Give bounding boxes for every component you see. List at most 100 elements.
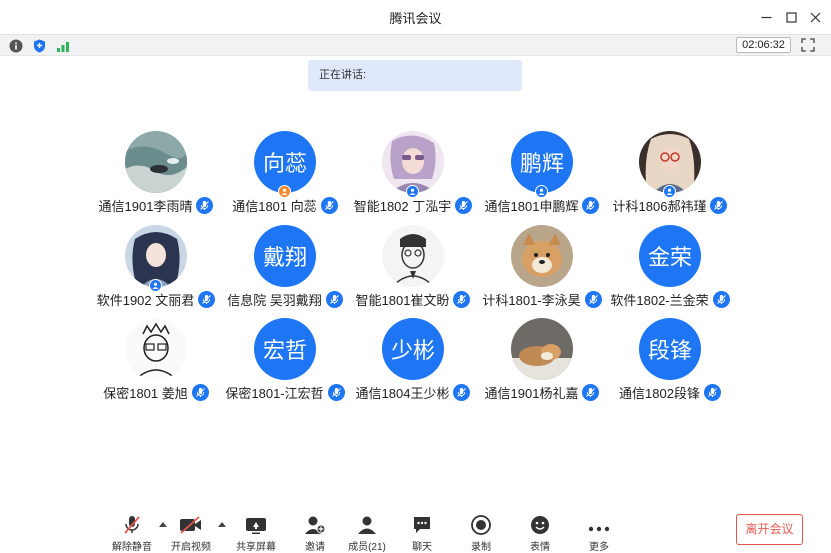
emoji-button[interactable]: 表情 [512,513,568,553]
close-button[interactable] [804,6,826,28]
members-label: 成员(21) [348,542,386,553]
title-bar: 腾讯会议 [0,0,831,34]
avatar: 金荣 [639,225,701,287]
leave-meeting-button[interactable]: 离开会议 [736,514,803,545]
participant-name: 通信1901杨礼嘉 [484,385,579,401]
members-icon [358,516,376,534]
minimize-button[interactable] [755,6,777,28]
participant-tile[interactable]: 智能1802 丁泓宇 [343,131,483,216]
mic-icon[interactable] [325,290,343,308]
participant-tile[interactable]: 保密1801 姜旭 [86,318,226,403]
participant-tile[interactable]: 计科1806郝祎瑾 [600,131,740,216]
shield-icon [34,39,45,52]
mic-icon[interactable] [198,290,216,308]
avatar: 鹏辉 [511,131,573,193]
unmute-label: 解除静音 [112,542,152,553]
participant-name: 保密1801 姜旭 [103,385,188,401]
avatar: 向蕊 [254,131,316,193]
avatar [382,131,444,193]
meeting-info-button[interactable] [8,38,23,53]
participant-name: 通信1801 向蕊 [232,198,317,214]
participant-tile[interactable]: 智能1801崔文盼 [343,225,483,310]
camera-off-icon [180,516,201,534]
meeting-toolbar: 解除静音 开启视频 共享屏幕 邀请 成员(21) 聊天 录制 表情 更多 离开会… [0,505,831,553]
avatar [125,131,187,193]
avatar: 段锋 [639,318,701,380]
avatar [511,225,573,287]
participant-name: 智能1801崔文盼 [355,292,450,308]
signal-icon [56,41,69,52]
minimize-icon [761,16,771,18]
emoji-label: 表情 [530,542,550,553]
share-screen-button[interactable]: 共享屏幕 [228,513,284,553]
info-icon [9,39,22,52]
fullscreen-icon [801,38,815,52]
security-button[interactable] [32,38,47,53]
participant-name: 通信1801申鹏辉 [484,198,579,214]
avatar: 少彬 [382,318,444,380]
members-button[interactable]: 成员(21) [339,513,395,553]
record-label: 录制 [471,542,491,553]
chat-label: 聊天 [412,542,432,553]
start-video-button[interactable]: 开启视频 [163,513,219,553]
more-button[interactable]: 更多 [571,513,627,553]
more-icon [588,526,610,532]
mic-icon[interactable] [582,383,600,401]
participant-name: 计科1806郝祎瑾 [612,198,707,214]
close-icon [810,12,820,22]
mic-icon[interactable] [320,196,338,214]
avatar [511,318,573,380]
share-screen-label: 共享屏幕 [236,542,276,553]
invite-icon [305,516,326,534]
maximize-button[interactable] [780,6,802,28]
participant-tile[interactable]: 戴翔 信息院 吴羽戴翔 [215,225,355,310]
mic-icon[interactable] [582,196,600,214]
participant-name: 通信1804王少彬 [355,385,450,401]
invite-button[interactable]: 邀请 [287,513,343,553]
avatar [125,225,187,287]
participant-tile[interactable]: 向蕊 通信1801 向蕊 [215,131,355,216]
invite-label: 邀请 [305,542,325,553]
chat-icon [414,517,430,533]
participant-name: 软件1902 文丽君 [96,292,195,308]
more-label: 更多 [589,542,609,553]
meeting-timer: 02:06:32 [736,37,791,53]
chat-button[interactable]: 聊天 [394,513,450,553]
participant-tile[interactable]: 鹏辉 通信1801申鹏辉 [472,131,612,216]
participant-name: 智能1802 丁泓宇 [353,198,452,214]
network-status[interactable] [56,38,71,53]
participant-tile[interactable]: 段锋 通信1802段锋 [600,318,740,403]
mic-icon[interactable] [712,290,730,308]
participant-tile[interactable]: 宏哲 保密1801-江宏哲 [215,318,355,403]
mic-icon[interactable] [455,196,473,214]
record-icon [471,515,491,535]
speaking-indicator: 正在讲话: [308,60,522,91]
mic-icon[interactable] [710,196,728,214]
participant-tile[interactable]: 少彬 通信1804王少彬 [343,318,483,403]
participant-tile[interactable]: 通信1901李雨晴 [86,131,226,216]
avatar: 戴翔 [254,225,316,287]
mic-muted-icon [124,516,140,534]
mic-icon[interactable] [191,383,209,401]
participant-tile[interactable]: 计科1801-李泳昊 [472,225,612,310]
participant-tile[interactable]: 软件1902 文丽君 [86,225,226,310]
share-screen-icon [246,518,266,534]
participant-tile[interactable]: 金荣 软件1802-兰金荣 [600,225,740,310]
avatar [639,131,701,193]
record-button[interactable]: 录制 [453,513,509,553]
mic-icon[interactable] [196,196,214,214]
fullscreen-button[interactable] [801,38,817,54]
video-options-caret[interactable] [218,522,226,527]
participant-name: 保密1801-江宏哲 [225,385,324,401]
avatar [125,318,187,380]
avatar [382,225,444,287]
mic-icon[interactable] [453,290,471,308]
mic-icon[interactable] [453,383,471,401]
participant-name: 计科1801-李泳昊 [482,292,581,308]
participant-tile[interactable]: 通信1901杨礼嘉 [472,318,612,403]
mic-icon[interactable] [703,383,721,401]
maximize-icon [785,11,797,23]
unmute-button[interactable]: 解除静音 [104,513,160,553]
info-bar: 02:06:32 [0,34,831,56]
participant-name: 通信1901李雨晴 [98,198,193,214]
